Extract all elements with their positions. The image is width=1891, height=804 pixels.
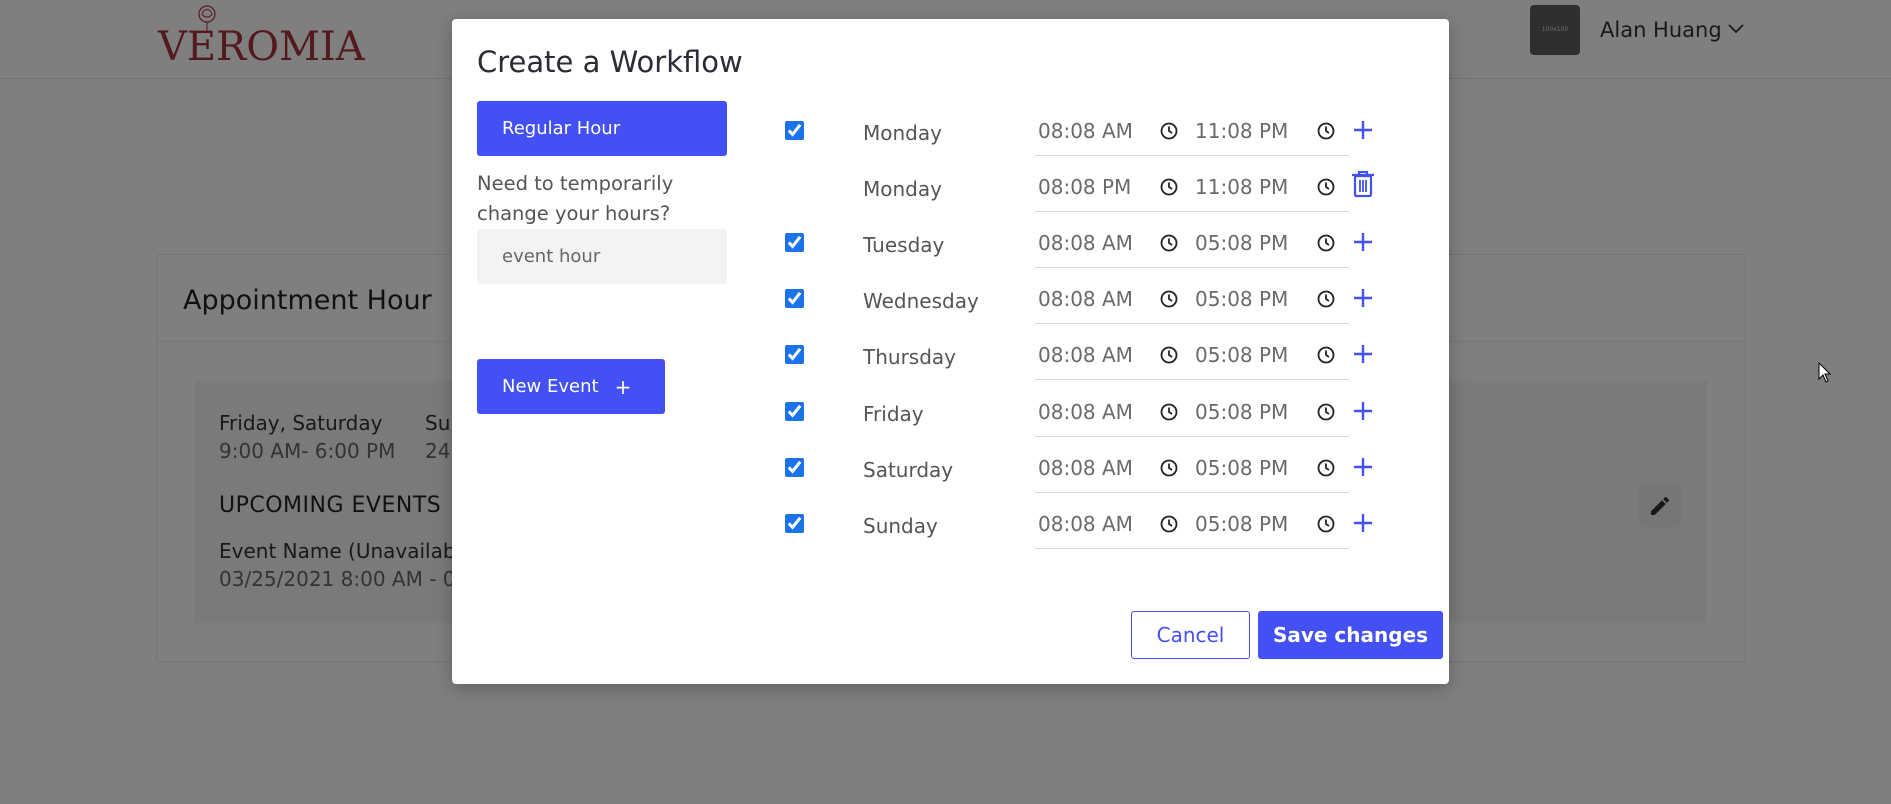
end-time-field[interactable]: 11:08 PM — [1195, 171, 1335, 205]
day-row: Monday 08:08 AM 11:08 PM — [452, 119, 1449, 177]
start-time-field[interactable]: 08:08 AM — [1038, 283, 1178, 317]
end-time: 11:08 PM — [1195, 175, 1289, 199]
add-hours-icon[interactable] — [1350, 285, 1376, 311]
start-time-field[interactable]: 08:08 AM — [1038, 508, 1178, 542]
end-time-field[interactable]: 05:08 PM — [1195, 396, 1335, 430]
start-time: 08:08 AM — [1038, 231, 1133, 255]
day-row: Tuesday 08:08 AM 05:08 PM — [452, 231, 1449, 289]
start-time: 08:08 AM — [1038, 400, 1133, 424]
row-divider — [1035, 155, 1349, 156]
clock-icon[interactable] — [1159, 402, 1179, 422]
clock-icon[interactable] — [1316, 458, 1336, 478]
day-name: Saturday — [863, 458, 954, 482]
day-name: Thursday — [863, 345, 956, 369]
save-label: Save changes — [1272, 623, 1429, 647]
day-row: Sunday 08:08 AM 05:08 PM — [452, 512, 1449, 570]
end-time: 05:08 PM — [1195, 400, 1289, 424]
add-hours-icon[interactable] — [1350, 510, 1376, 536]
cancel-button[interactable]: Cancel — [1131, 611, 1250, 659]
row-divider — [1035, 323, 1349, 324]
clock-icon[interactable] — [1316, 345, 1336, 365]
add-hours-icon[interactable] — [1350, 454, 1376, 480]
day-row: Monday 08:08 PM 11:08 PM — [452, 170, 1449, 233]
day-name: Sunday — [863, 514, 938, 538]
end-time-field[interactable]: 05:08 PM — [1195, 283, 1335, 317]
create-workflow-modal: Create a Workflow Regular Hour Need to t… — [452, 19, 1449, 684]
day-row: Thursday 08:08 AM 05:08 PM — [452, 343, 1449, 401]
row-divider — [1035, 548, 1349, 549]
start-time: 08:08 AM — [1038, 119, 1133, 143]
add-hours-icon[interactable] — [1350, 117, 1376, 143]
save-changes-button[interactable]: Save changes — [1258, 611, 1443, 659]
start-time-field[interactable]: 08:08 AM — [1038, 396, 1178, 430]
clock-icon[interactable] — [1316, 402, 1336, 422]
clock-icon[interactable] — [1316, 289, 1336, 309]
end-time: 11:08 PM — [1195, 119, 1289, 143]
clock-icon[interactable] — [1316, 514, 1336, 534]
add-hours-icon[interactable] — [1350, 229, 1376, 255]
clock-icon[interactable] — [1159, 458, 1179, 478]
clock-icon[interactable] — [1159, 289, 1179, 309]
row-divider — [1035, 492, 1349, 493]
modal-title: Create a Workflow — [477, 45, 743, 79]
start-time: 08:08 AM — [1038, 456, 1133, 480]
clock-icon[interactable] — [1159, 177, 1179, 197]
end-time: 05:08 PM — [1195, 231, 1289, 255]
day-checkbox[interactable] — [785, 458, 804, 477]
trash-icon[interactable] — [1350, 169, 1376, 199]
day-checkbox[interactable] — [785, 121, 804, 140]
add-hours-icon[interactable] — [1350, 398, 1376, 424]
start-time: 08:08 AM — [1038, 343, 1133, 367]
start-time-field[interactable]: 08:08 AM — [1038, 452, 1178, 486]
day-name: Monday — [863, 121, 942, 145]
day-name: Tuesday — [863, 233, 945, 257]
day-row: Wednesday 08:08 AM 05:08 PM — [452, 287, 1449, 345]
clock-icon[interactable] — [1159, 514, 1179, 534]
day-name: Monday — [863, 177, 942, 201]
end-time-field[interactable]: 05:08 PM — [1195, 452, 1335, 486]
clock-icon[interactable] — [1159, 345, 1179, 365]
day-checkbox[interactable] — [785, 233, 804, 252]
clock-icon[interactable] — [1316, 233, 1336, 253]
add-hours-icon[interactable] — [1350, 341, 1376, 367]
day-name: Friday — [863, 402, 924, 426]
day-row: Saturday 08:08 AM 05:08 PM — [452, 456, 1449, 514]
start-time: 08:08 AM — [1038, 287, 1133, 311]
clock-icon[interactable] — [1316, 121, 1336, 141]
row-divider — [1035, 211, 1349, 212]
row-divider — [1035, 267, 1349, 268]
clock-icon[interactable] — [1159, 233, 1179, 253]
day-name: Wednesday — [863, 289, 979, 313]
end-time-field[interactable]: 05:08 PM — [1195, 227, 1335, 261]
start-time-field[interactable]: 08:08 AM — [1038, 115, 1178, 149]
day-checkbox[interactable] — [785, 345, 804, 364]
clock-icon[interactable] — [1316, 177, 1336, 197]
day-row: Friday 08:08 AM 05:08 PM — [452, 400, 1449, 458]
end-time-field[interactable]: 05:08 PM — [1195, 339, 1335, 373]
row-divider — [1035, 379, 1349, 380]
end-time-field[interactable]: 05:08 PM — [1195, 508, 1335, 542]
end-time: 05:08 PM — [1195, 343, 1289, 367]
day-checkbox[interactable] — [785, 402, 804, 421]
end-time: 05:08 PM — [1195, 512, 1289, 536]
start-time: 08:08 PM — [1038, 175, 1132, 199]
day-checkbox[interactable] — [785, 289, 804, 308]
end-time: 05:08 PM — [1195, 287, 1289, 311]
day-checkbox[interactable] — [785, 514, 804, 533]
start-time-field[interactable]: 08:08 AM — [1038, 339, 1178, 373]
start-time: 08:08 AM — [1038, 512, 1133, 536]
end-time-field[interactable]: 11:08 PM — [1195, 115, 1335, 149]
start-time-field[interactable]: 08:08 PM — [1038, 171, 1178, 205]
start-time-field[interactable]: 08:08 AM — [1038, 227, 1178, 261]
clock-icon[interactable] — [1159, 121, 1179, 141]
row-divider — [1035, 436, 1349, 437]
end-time: 05:08 PM — [1195, 456, 1289, 480]
cancel-label: Cancel — [1156, 623, 1225, 647]
mouse-cursor-icon — [1818, 362, 1832, 383]
